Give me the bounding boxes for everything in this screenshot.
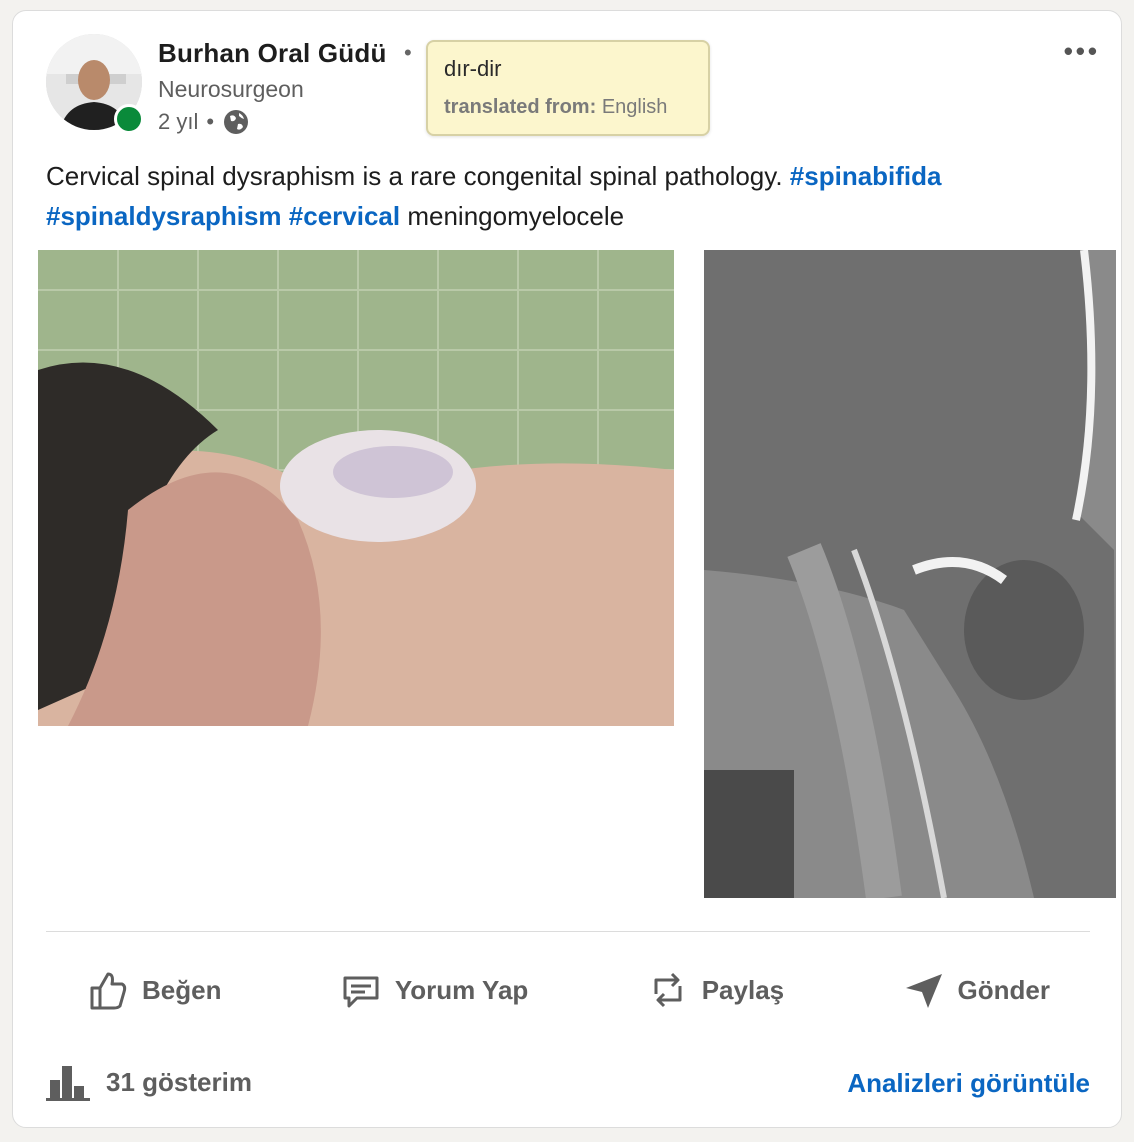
like-label: Beğen bbox=[142, 974, 222, 1005]
post-text: Cervical spinal dysraphism is a rare con… bbox=[46, 161, 783, 191]
hashtag-spinabifida[interactable]: #spinabifida bbox=[790, 161, 942, 191]
online-status-dot bbox=[114, 104, 144, 134]
like-button[interactable]: Beğen bbox=[46, 968, 261, 1012]
send-button[interactable]: Gönder bbox=[862, 968, 1090, 1012]
clinical-photo[interactable] bbox=[38, 250, 674, 726]
impressions-count: 31 gösterim bbox=[106, 1066, 252, 1097]
translation-text: dır-dir bbox=[444, 56, 502, 81]
bar-chart-icon bbox=[46, 1066, 90, 1101]
repost-label: Paylaş bbox=[701, 974, 785, 1005]
comment-icon bbox=[343, 976, 379, 1008]
repost-button[interactable]: Paylaş bbox=[606, 968, 824, 1012]
author-name[interactable]: Burhan Oral Güdü bbox=[158, 38, 387, 69]
translation-source: translated from: English bbox=[444, 96, 692, 119]
source-language: English bbox=[601, 96, 668, 118]
send-label: Gönder bbox=[957, 974, 1050, 1005]
more-options-icon[interactable]: ••• bbox=[1064, 36, 1100, 67]
comment-label: Yorum Yap bbox=[394, 974, 529, 1005]
author-separator: • bbox=[404, 40, 412, 65]
hashtag-cervical[interactable]: #cervical bbox=[289, 201, 400, 231]
post-body: Cervical spinal dysraphism is a rare con… bbox=[46, 156, 1106, 236]
meta-separator: • bbox=[206, 109, 215, 134]
hashtag-spinaldysraphism[interactable]: #spinaldysraphism bbox=[46, 201, 282, 231]
social-actions-bar: Beğen Yorum Yap Paylaş Gönder bbox=[46, 960, 1090, 1020]
actions-divider bbox=[46, 931, 1090, 932]
post-meta: 2 yıl • bbox=[158, 108, 250, 136]
impressions-stat: 31 gösterim bbox=[46, 1062, 252, 1102]
author-headline: Neurosurgeon bbox=[158, 76, 304, 102]
like-icon bbox=[90, 972, 127, 1010]
repost-icon bbox=[654, 972, 682, 1008]
translation-tooltip: dır-dir translated from: English bbox=[426, 40, 710, 136]
send-icon bbox=[905, 974, 942, 1008]
translated-from-label: translated from: bbox=[444, 96, 597, 118]
mri-scan-image[interactable] bbox=[704, 250, 1116, 898]
post-text-tail: meningomyelocele bbox=[407, 201, 625, 231]
globe-icon bbox=[224, 110, 249, 134]
comment-button[interactable]: Yorum Yap bbox=[299, 968, 568, 1012]
post-age: 2 yıl bbox=[158, 109, 199, 134]
view-analytics-link[interactable]: Analizleri görüntüle bbox=[847, 1068, 1090, 1099]
